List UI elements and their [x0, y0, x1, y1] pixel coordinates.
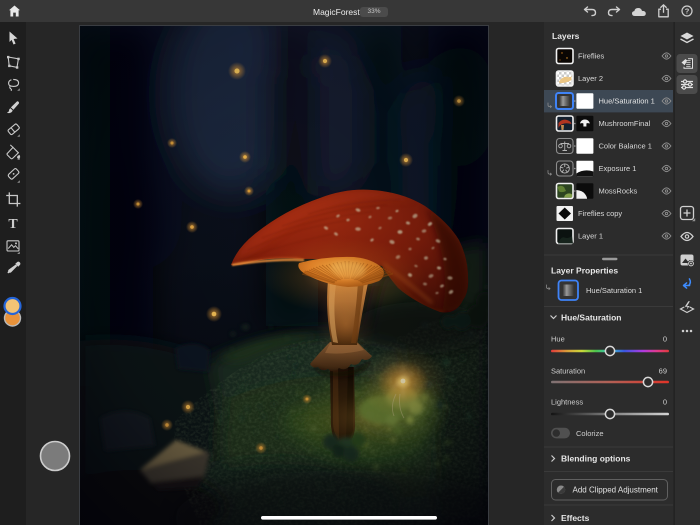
svg-text:Fireflies: Fireflies: [578, 52, 605, 61]
svg-text:Color Balance 1: Color Balance 1: [599, 142, 652, 151]
svg-text:?: ?: [685, 7, 690, 16]
svg-text:Fireflies copy: Fireflies copy: [578, 209, 622, 218]
svg-text:Layer 2: Layer 2: [578, 74, 603, 83]
svg-text:MushroomFinal: MushroomFinal: [599, 119, 651, 128]
svg-text:Hue/Saturation: Hue/Saturation: [561, 313, 621, 323]
svg-text:Exposure 1: Exposure 1: [599, 164, 637, 173]
svg-text:Hue: Hue: [551, 335, 565, 344]
svg-text:0: 0: [663, 398, 667, 407]
svg-text:Lightness: Lightness: [551, 398, 583, 407]
svg-text:Layer Properties: Layer Properties: [551, 266, 618, 276]
svg-text:T: T: [8, 217, 18, 232]
svg-text:Layers: Layers: [552, 31, 580, 41]
svg-text:Colorize: Colorize: [576, 429, 604, 438]
svg-text:Hue/Saturation 1: Hue/Saturation 1: [599, 97, 655, 106]
svg-text:Saturation: Saturation: [551, 367, 585, 376]
svg-text:Effects: Effects: [561, 513, 590, 523]
svg-text:Hue/Saturation 1: Hue/Saturation 1: [586, 286, 642, 295]
svg-text:Add Clipped Adjustment: Add Clipped Adjustment: [573, 486, 659, 495]
svg-text:Blending options: Blending options: [561, 454, 631, 464]
svg-text:MossRocks: MossRocks: [599, 187, 638, 196]
svg-text:69: 69: [659, 367, 667, 376]
svg-text:0: 0: [663, 335, 667, 344]
svg-text:Layer 1: Layer 1: [578, 232, 603, 241]
